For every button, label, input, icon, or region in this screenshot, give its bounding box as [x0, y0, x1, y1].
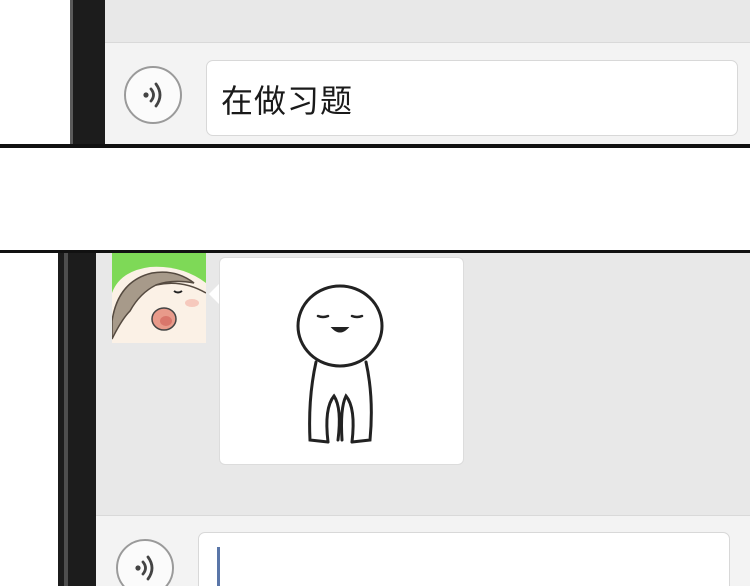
contact-avatar[interactable]: [112, 253, 206, 343]
chat-screen: 在做习题: [105, 0, 750, 145]
doodle-character-sticker: [296, 284, 384, 444]
bezel-highlight: [70, 0, 73, 145]
voice-button[interactable]: [116, 539, 174, 586]
bezel-highlight: [64, 253, 68, 586]
message-input[interactable]: 在做习题: [206, 60, 738, 136]
comic-panel-bottom: [0, 253, 750, 586]
voice-wave-icon: [143, 82, 162, 108]
panel-border: [0, 144, 750, 148]
phone-bezel: [70, 0, 106, 145]
message-input-text: 在做习题: [221, 82, 354, 120]
chat-input-bar: 在做习题: [105, 42, 750, 145]
chat-input-bar: [96, 515, 750, 586]
chat-message-area: [105, 0, 750, 42]
sticker-message-bubble[interactable]: [219, 257, 464, 465]
comic-panel-top: 在做习题: [0, 0, 750, 145]
voice-button[interactable]: [124, 66, 182, 124]
text-cursor: [217, 547, 220, 586]
voice-wave-icon: [135, 555, 154, 581]
message-input[interactable]: [198, 532, 730, 586]
chat-screen: [96, 253, 750, 586]
cartoon-avatar-icon: [112, 253, 206, 343]
